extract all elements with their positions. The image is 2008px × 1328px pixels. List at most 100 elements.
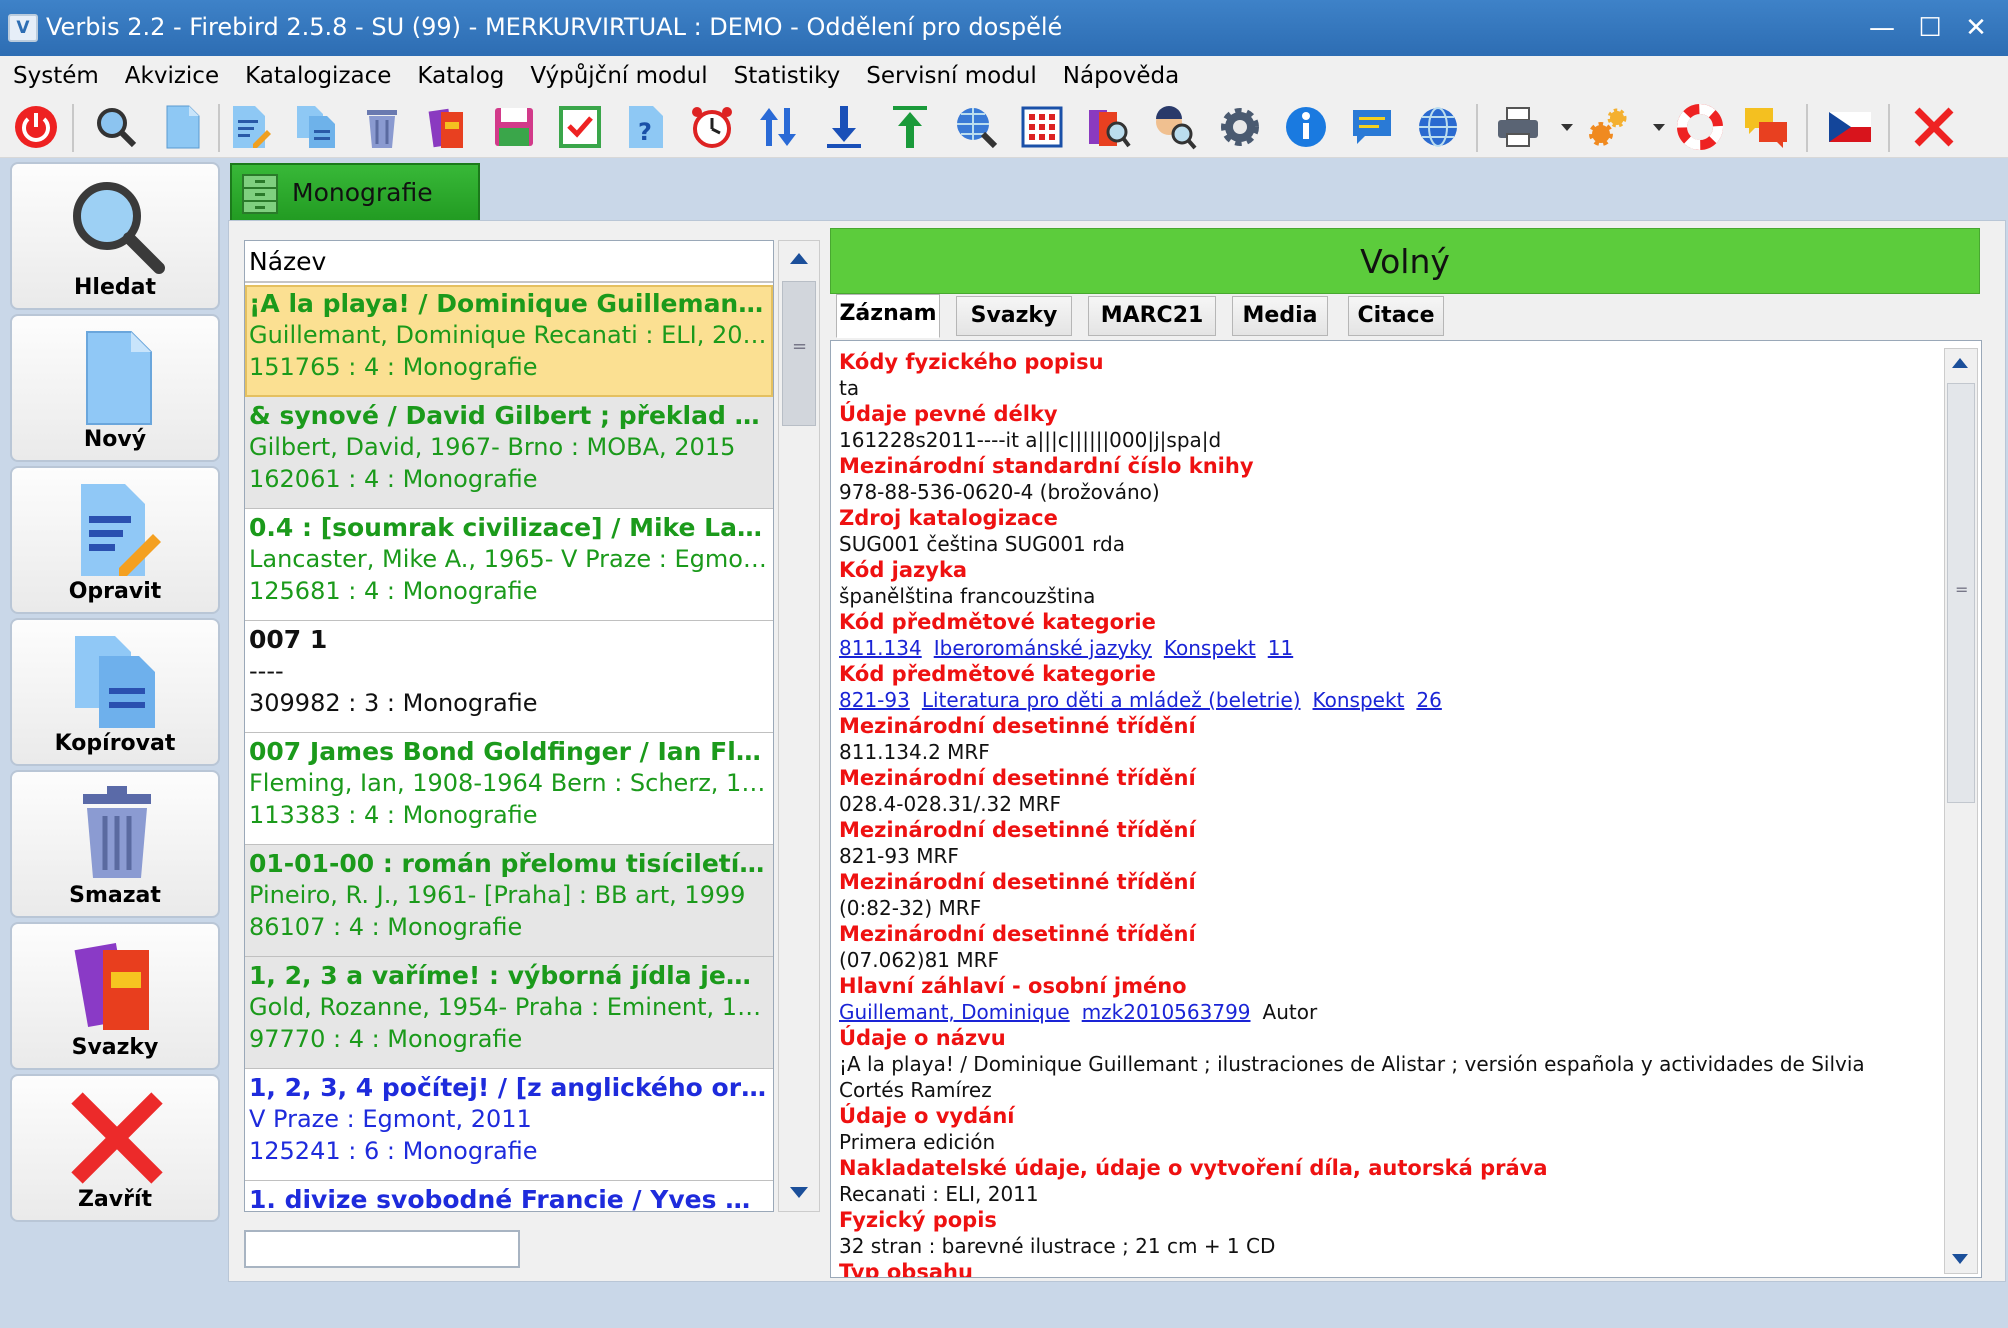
close-button[interactable]: Zavřít	[10, 1074, 220, 1222]
menu-cataloguing[interactable]: Katalogizace	[232, 56, 404, 96]
field-link[interactable]: 26	[1416, 688, 1441, 712]
list-item[interactable]: & synové / David Gilbert ; překlad Pet..…	[245, 397, 773, 509]
copy-tool-button[interactable]	[288, 100, 344, 154]
calculator-tool-button[interactable]	[1014, 100, 1070, 154]
minimize-button[interactable]: —	[1862, 10, 1902, 46]
volumes-button[interactable]: Svazky	[10, 922, 220, 1070]
tab-monografie[interactable]: Monografie	[230, 163, 480, 221]
menu-bar: Systém Akvizice Katalogizace Katalog Výp…	[0, 56, 2008, 96]
menu-statistics[interactable]: Statistiky	[721, 56, 854, 96]
quick-search-input[interactable]	[244, 1230, 520, 1268]
list-item-sub: Gold, Rozanne, 1954- Praha : Eminent, 19…	[249, 993, 767, 1021]
language-tool-button[interactable]	[1822, 100, 1878, 154]
web-search-tool-button[interactable]	[948, 100, 1004, 154]
help-tool-button[interactable]: ?	[618, 100, 674, 154]
list-item[interactable]: 007 James Bond Goldfinger / Ian Flemi...…	[245, 733, 773, 845]
list-item[interactable]: 007 1 ---- 309982 : 3 : Monografie	[245, 621, 773, 733]
print-tool-button[interactable]	[1490, 100, 1546, 154]
power-button[interactable]	[8, 100, 64, 154]
list-scrollbar[interactable]	[778, 240, 820, 1212]
sort-tool-button[interactable]	[750, 100, 806, 154]
status-strip	[0, 1308, 2008, 1328]
field-label: Nakladatelské údaje, údaje o vytvoření d…	[839, 1156, 1548, 1180]
scroll-up-arrow-icon[interactable]	[1945, 349, 1977, 379]
field-label: Hlavní záhlaví - osobní jméno	[839, 974, 1187, 998]
tab-svazky[interactable]: Svazky	[956, 296, 1072, 336]
exit-tool-button[interactable]	[1906, 100, 1962, 154]
export-tool-button[interactable]	[882, 100, 938, 154]
chat-tool-button[interactable]	[1738, 100, 1794, 154]
scroll-thumb[interactable]	[1947, 383, 1975, 803]
scroll-down-arrow-icon[interactable]	[1945, 1243, 1977, 1273]
menu-help[interactable]: Nápověda	[1050, 56, 1192, 96]
tools-tool-button[interactable]	[1580, 100, 1636, 154]
list-header-title[interactable]: Název	[245, 241, 773, 283]
menu-acquisition[interactable]: Akvizice	[112, 56, 232, 96]
field-link[interactable]: 811.134	[839, 636, 922, 660]
reader-search-tool-button[interactable]	[1146, 100, 1202, 154]
alarm-tool-button[interactable]	[684, 100, 740, 154]
sort-arrows-icon	[760, 108, 796, 146]
search-button-label: Hledat	[74, 275, 156, 300]
new-tool-button[interactable]	[154, 100, 210, 154]
lifebuoy-icon	[1677, 104, 1723, 150]
list-item[interactable]: 1, 2, 3 a vaříme! : výborná jídla jen ze…	[245, 957, 773, 1069]
tab-media[interactable]: Media	[1232, 296, 1328, 336]
field-link[interactable]: Konspekt	[1313, 688, 1405, 712]
check-tool-button[interactable]	[552, 100, 608, 154]
field-link[interactable]: 11	[1268, 636, 1293, 660]
list-item[interactable]: 01-01-00 : román přelomu tisíciletí / ..…	[245, 845, 773, 957]
support-tool-button[interactable]	[1672, 100, 1728, 154]
search-tool-button[interactable]	[88, 100, 144, 154]
message-tool-button[interactable]	[1344, 100, 1400, 154]
copy-button[interactable]: Kopírovat	[10, 618, 220, 766]
field-link[interactable]: Literatura pro děti a mládež (beletrie)	[922, 688, 1301, 712]
new-button[interactable]: Nový	[10, 314, 220, 462]
list-item-title: 0.4 : [soumrak civilizace] / Mike Lanc..…	[249, 513, 767, 542]
delete-button[interactable]: Smazat	[10, 770, 220, 918]
tab-zaznam[interactable]: Záznam	[836, 294, 940, 338]
print-dropdown[interactable]	[1556, 106, 1576, 148]
field-value: Guillemant, Dominique mzk2010563799 Autor	[839, 999, 1935, 1025]
field-value: (07.062)81 MRF	[839, 948, 1000, 972]
tab-citace[interactable]: Citace	[1348, 296, 1444, 336]
field-link[interactable]: Guillemant, Dominique	[839, 1000, 1070, 1024]
menu-service[interactable]: Servisní modul	[853, 56, 1050, 96]
edit-tool-button[interactable]	[222, 100, 278, 154]
menu-catalogue[interactable]: Katalog	[404, 56, 517, 96]
edit-button[interactable]: Opravit	[10, 466, 220, 614]
maximize-button[interactable]: ☐	[1910, 10, 1950, 46]
tools-dropdown[interactable]	[1648, 106, 1668, 148]
record-list[interactable]: Název ¡A la playa! / Dominique Guilleman…	[244, 240, 774, 1212]
scroll-up-arrow-icon[interactable]	[779, 241, 819, 279]
info-tool-button[interactable]	[1278, 100, 1334, 154]
field-link[interactable]: 821-93	[839, 688, 910, 712]
list-item[interactable]: 1, 2, 3, 4 počítej! / [z anglického orig…	[245, 1069, 773, 1181]
list-item-sub: Fleming, Ian, 1908-1964 Bern : Scherz, 1…	[249, 769, 767, 797]
list-item[interactable]: 1. divize svobodné Francie / Yves Gra...	[245, 1181, 773, 1211]
volumes-tool-button[interactable]	[420, 100, 476, 154]
list-item-title: ¡A la playa! / Dominique Guillemant ; il…	[249, 289, 767, 318]
field-value: 821-93 MRF	[839, 844, 959, 868]
list-item-meta: 162061 : 4 : Monografie	[249, 465, 538, 493]
list-item-title: & synové / David Gilbert ; překlad Pet..…	[249, 401, 767, 430]
tab-marc21[interactable]: MARC21	[1088, 296, 1216, 336]
menu-system[interactable]: Systém	[0, 56, 112, 96]
delete-tool-button[interactable]	[354, 100, 410, 154]
settings-tool-button[interactable]	[1212, 100, 1268, 154]
record-scrollbar[interactable]	[1944, 348, 1978, 1274]
window-close-button[interactable]: ✕	[1956, 10, 1996, 46]
books-search-tool-button[interactable]	[1080, 100, 1136, 154]
save-tool-button[interactable]	[486, 100, 542, 154]
menu-circulation[interactable]: Výpůjční modul	[517, 56, 720, 96]
scroll-thumb[interactable]	[782, 281, 816, 426]
search-button[interactable]: Hledat	[10, 162, 220, 310]
list-item[interactable]: 0.4 : [soumrak civilizace] / Mike Lanc..…	[245, 509, 773, 621]
list-item[interactable]: ¡A la playa! / Dominique Guillemant ; il…	[245, 285, 773, 397]
scroll-down-arrow-icon[interactable]	[779, 1173, 819, 1211]
field-link[interactable]: mzk2010563799	[1082, 1000, 1251, 1024]
internet-tool-button[interactable]	[1410, 100, 1466, 154]
field-link[interactable]: Konspekt	[1164, 636, 1256, 660]
import-tool-button[interactable]	[816, 100, 872, 154]
field-link[interactable]: Iberorománské jazyky	[934, 636, 1152, 660]
